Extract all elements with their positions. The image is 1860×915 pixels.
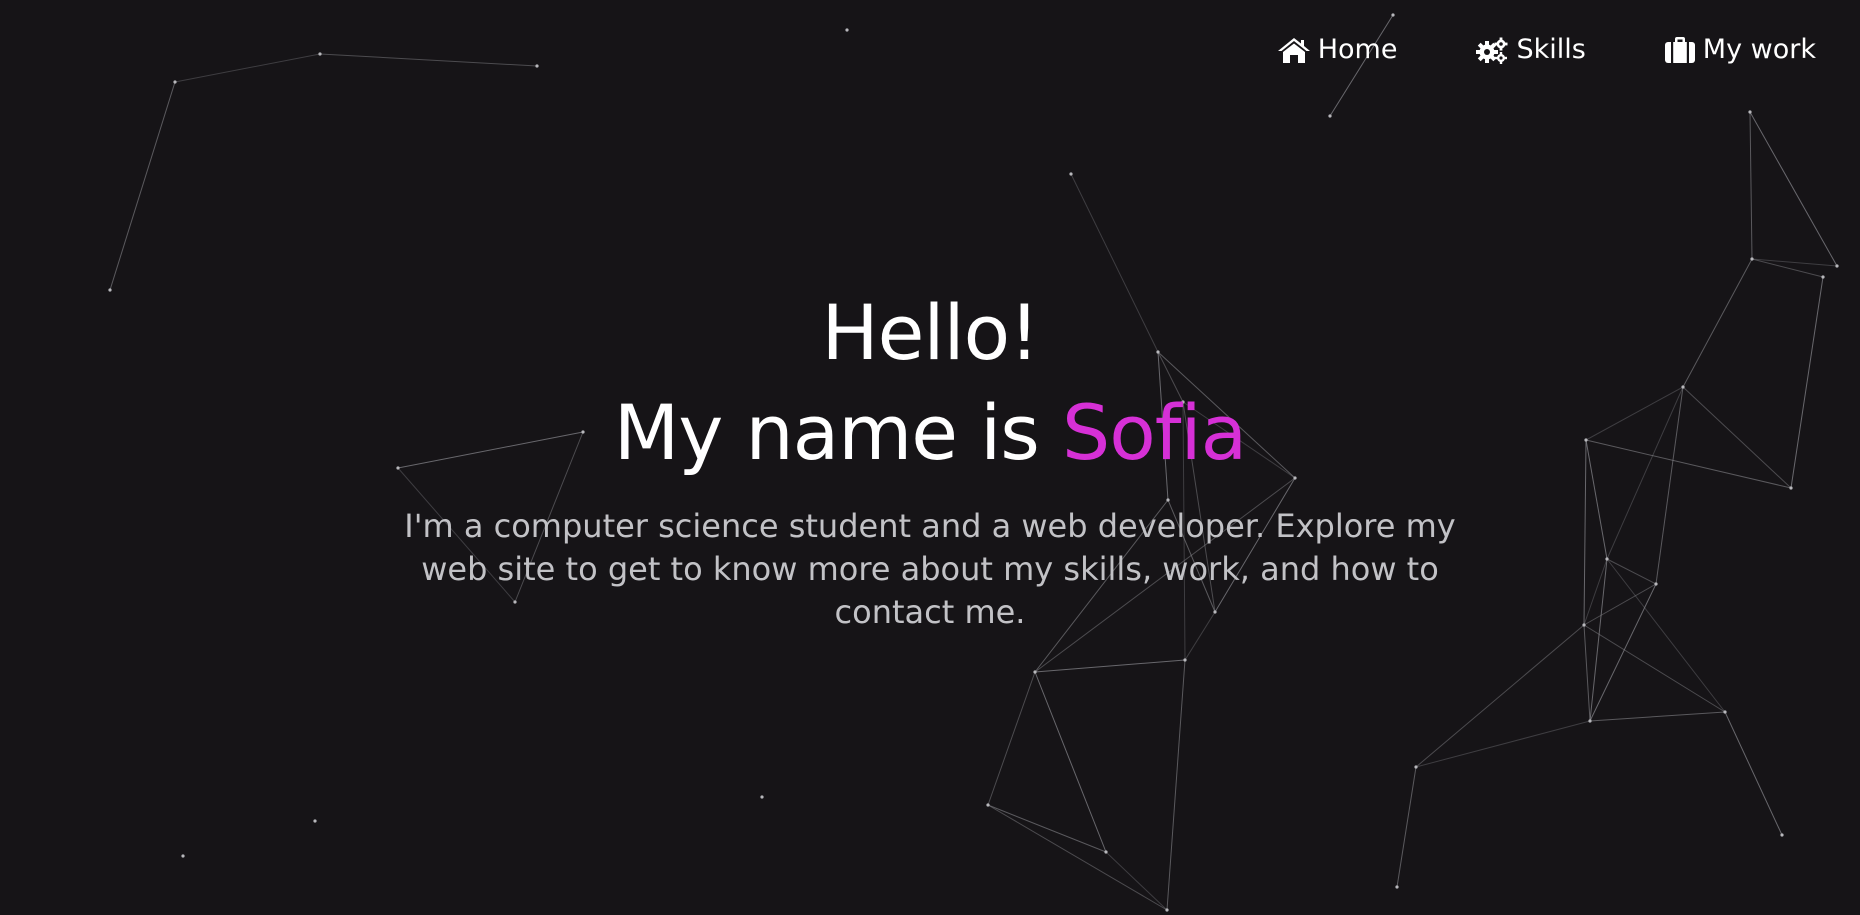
network-link xyxy=(1415,624,1585,768)
name-highlight: Sofia xyxy=(1062,388,1247,477)
network-node xyxy=(1780,833,1784,837)
network-node xyxy=(1033,670,1037,674)
network-link xyxy=(987,804,1168,911)
network-link xyxy=(319,53,538,67)
network-link xyxy=(1583,624,1591,722)
network-node xyxy=(1104,850,1108,854)
network-node xyxy=(1723,710,1727,714)
hero-section: Hello! My name is Sofia I'm a computer s… xyxy=(0,283,1860,634)
network-node xyxy=(986,803,990,807)
network-link xyxy=(987,804,1107,853)
network-node xyxy=(1835,264,1839,268)
nav-home[interactable]: Home xyxy=(1277,34,1398,65)
network-link xyxy=(1034,671,1107,853)
network-node xyxy=(1588,719,1592,723)
network-node xyxy=(181,854,185,858)
network-link xyxy=(1583,624,1726,713)
nav-my-work-label: My work xyxy=(1702,34,1816,65)
network-link xyxy=(1749,111,1753,260)
intro-paragraph: I'm a computer science student and a web… xyxy=(404,507,1456,631)
network-node xyxy=(173,80,177,84)
network-node xyxy=(1165,908,1169,912)
network-link xyxy=(987,671,1036,806)
network-node xyxy=(1821,275,1825,279)
network-link xyxy=(1589,711,1726,722)
network-link xyxy=(1329,14,1394,117)
network-node xyxy=(760,795,764,799)
network-node xyxy=(1069,172,1073,176)
briefcase-icon xyxy=(1664,36,1696,64)
network-link xyxy=(1396,766,1417,888)
gears-icon xyxy=(1475,36,1509,64)
greeting-text: Hello! xyxy=(821,288,1039,377)
network-node xyxy=(1391,13,1395,17)
network-link xyxy=(174,53,321,83)
page: Home Skills My work Hello! My name is So… xyxy=(0,0,1860,915)
nav-my-work[interactable]: My work xyxy=(1664,34,1816,65)
network-node xyxy=(535,64,539,68)
hero-headline: Hello! My name is Sofia xyxy=(0,283,1860,483)
network-node xyxy=(1750,257,1754,261)
network-link xyxy=(1105,851,1168,911)
network-node xyxy=(1328,114,1332,118)
network-node xyxy=(1395,885,1399,889)
network-link xyxy=(1166,659,1186,911)
nav-home-label: Home xyxy=(1317,34,1398,65)
network-node xyxy=(1748,110,1752,114)
network-link xyxy=(109,81,176,291)
home-icon xyxy=(1277,36,1311,64)
network-link xyxy=(1749,111,1838,267)
top-nav: Home Skills My work xyxy=(1277,34,1816,65)
network-node xyxy=(1183,658,1187,662)
nav-skills-label: Skills xyxy=(1516,34,1586,65)
network-node xyxy=(313,819,317,823)
network-link xyxy=(1724,711,1783,836)
name-prefix-text: My name is xyxy=(613,388,1063,477)
network-link xyxy=(1034,659,1186,673)
network-node xyxy=(318,52,322,56)
network-link xyxy=(1415,720,1591,768)
nav-skills[interactable]: Skills xyxy=(1475,34,1586,65)
network-node xyxy=(1414,765,1418,769)
network-node xyxy=(845,28,849,32)
